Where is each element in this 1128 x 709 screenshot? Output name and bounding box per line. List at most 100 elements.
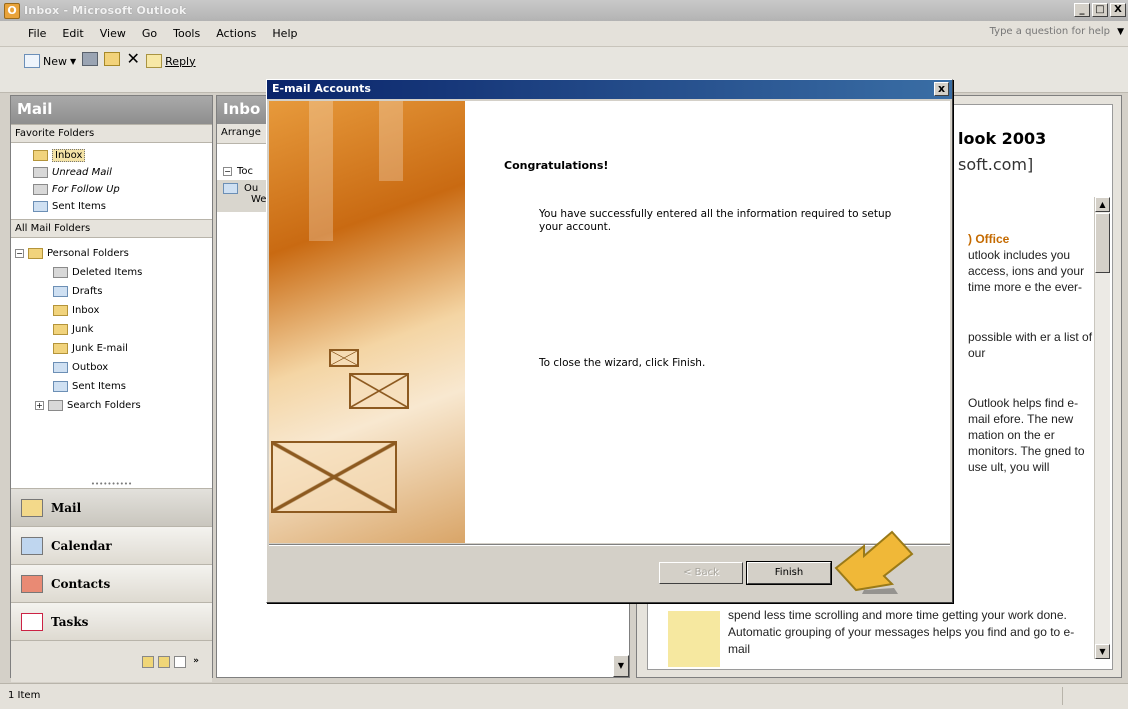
junk-email-folder-icon [53, 343, 68, 354]
chevron-down-icon[interactable]: ▼ [70, 57, 76, 66]
menu-actions[interactable]: Actions [216, 27, 256, 40]
calendar-icon [21, 536, 43, 555]
vertical-scrollbar[interactable]: ▲ ▼ [1094, 197, 1110, 659]
finish-button[interactable]: Finish [746, 561, 832, 585]
menu-tools[interactable]: Tools [173, 27, 200, 40]
folder-label: Junk E-mail [72, 343, 128, 354]
help-search-input[interactable]: Type a question for help [990, 26, 1110, 37]
inbox-folder-icon [33, 150, 48, 161]
dialog-close-button[interactable]: x [934, 82, 949, 96]
nav-shortcut-bar: » [11, 640, 212, 682]
favorite-label: For Follow Up [52, 184, 120, 195]
wizard-artwork [269, 101, 465, 543]
folder-junk-email[interactable]: Junk E-mail [15, 339, 212, 358]
group-label: Toc [237, 165, 254, 177]
nav-button-label: Calendar [51, 538, 112, 553]
outlook-icon: O [4, 2, 20, 19]
favorite-label: Inbox [52, 149, 86, 162]
minimize-button[interactable]: _ [1074, 3, 1090, 17]
menu-view[interactable]: View [100, 27, 126, 40]
menu-go[interactable]: Go [142, 27, 157, 40]
message-title: look 2003 [958, 129, 1047, 148]
menu-edit[interactable]: Edit [62, 27, 83, 40]
folder-outbox[interactable]: Outbox [15, 358, 212, 377]
outbox-folder-icon [53, 362, 68, 373]
maximize-button[interactable]: □ [1092, 3, 1108, 17]
folder-label: Inbox [72, 305, 100, 316]
nav-button-contacts[interactable]: Contacts [11, 564, 212, 602]
move-to-folder-icon[interactable] [104, 52, 121, 66]
nav-button-label: Tasks [51, 614, 89, 629]
collapse-icon[interactable]: − [15, 249, 24, 258]
scroll-up-icon[interactable]: ▲ [1095, 197, 1110, 212]
close-button[interactable]: X [1110, 3, 1126, 17]
nav-button-tasks[interactable]: Tasks [11, 602, 212, 640]
title-bar: O Inbox - Microsoft Outlook _ □ X [0, 0, 1128, 21]
folder-sent-items[interactable]: Sent Items [15, 377, 212, 396]
scroll-down-icon[interactable]: ▼ [613, 655, 629, 677]
back-button[interactable]: < Back [659, 562, 743, 584]
delete-icon[interactable]: ✕ [126, 51, 140, 67]
folder-label: Sent Items [72, 381, 126, 392]
tasks-icon [21, 612, 43, 631]
navigation-buttons: Mail Calendar Contacts Tasks » [11, 488, 212, 682]
favorite-for-follow-up[interactable]: For Follow Up [33, 181, 212, 198]
message-sender: soft.com] [958, 155, 1034, 174]
favorite-sent-items[interactable]: Sent Items [33, 198, 212, 215]
message-heading: ) Office [968, 232, 1010, 246]
favorite-inbox[interactable]: Inbox [33, 147, 212, 164]
contacts-icon [21, 574, 43, 593]
status-text: 1 Item [8, 690, 41, 701]
navigation-pane: Mail Favorite Folders Inbox Unread Mail … [10, 95, 213, 682]
nav-button-mail[interactable]: Mail [11, 488, 212, 526]
message-paragraph: Outlook helps find e-mail efore. The new… [968, 396, 1085, 474]
search-folder-icon [48, 400, 63, 411]
sent-items-folder-icon [33, 201, 48, 212]
envelope-icon [271, 441, 397, 513]
nav-button-calendar[interactable]: Calendar [11, 526, 212, 564]
envelope-icon [329, 349, 359, 367]
folder-drafts[interactable]: Drafts [15, 282, 212, 301]
notes-icon[interactable] [142, 655, 154, 668]
message-paragraph: possible with er a list of our [968, 330, 1093, 360]
folder-list-icon[interactable] [158, 655, 170, 668]
mail-icon [21, 498, 43, 517]
folder-label: Search Folders [67, 400, 141, 411]
new-button[interactable]: New ▼ [24, 52, 76, 70]
menu-help[interactable]: Help [272, 27, 297, 40]
message-from: Ou [244, 183, 259, 194]
dialog-title: E-mail Accounts [272, 82, 371, 95]
resize-grip[interactable] [1062, 687, 1122, 705]
collapse-icon[interactable]: − [223, 166, 232, 176]
favorite-folders-list: Inbox Unread Mail For Follow Up Sent Ite… [11, 143, 212, 219]
expand-icon[interactable]: + [35, 401, 44, 410]
deleted-items-icon [53, 267, 68, 278]
status-bar: 1 Item [0, 683, 1128, 709]
folder-deleted-items[interactable]: Deleted Items [15, 263, 212, 282]
menu-file[interactable]: File [28, 27, 46, 40]
drafts-folder-icon [53, 286, 68, 297]
folder-tree: − Personal Folders Deleted Items Drafts … [11, 238, 212, 415]
reply-label: Reply [165, 54, 196, 68]
configure-buttons-icon[interactable]: » [190, 656, 202, 668]
chevron-down-icon[interactable]: ▼ [1117, 27, 1124, 37]
folder-inbox[interactable]: Inbox [15, 301, 212, 320]
search-folders-node[interactable]: + Search Folders [15, 396, 212, 415]
personal-folders-node[interactable]: − Personal Folders [15, 244, 212, 263]
favorite-folders-label: Favorite Folders [11, 124, 212, 143]
print-icon[interactable] [82, 52, 99, 66]
navigation-pane-header: Mail [11, 96, 212, 124]
favorite-label: Sent Items [52, 201, 106, 212]
folder-junk[interactable]: Junk [15, 320, 212, 339]
dialog-body: Congratulations! You have successfully e… [269, 101, 950, 543]
message-paragraph: utlook includes you access, ions and you… [968, 248, 1085, 294]
nav-button-label: Mail [51, 500, 82, 515]
scrollbar-thumb[interactable] [1095, 213, 1110, 273]
reply-button[interactable]: Reply [146, 52, 196, 70]
favorite-unread-mail[interactable]: Unread Mail [33, 164, 212, 181]
dialog-heading: Congratulations! [504, 159, 609, 172]
shortcuts-icon[interactable] [174, 655, 186, 668]
favorite-label: Unread Mail [52, 167, 112, 178]
all-mail-folders-label: All Mail Folders [11, 219, 212, 238]
scroll-down-icon[interactable]: ▼ [1095, 644, 1110, 659]
